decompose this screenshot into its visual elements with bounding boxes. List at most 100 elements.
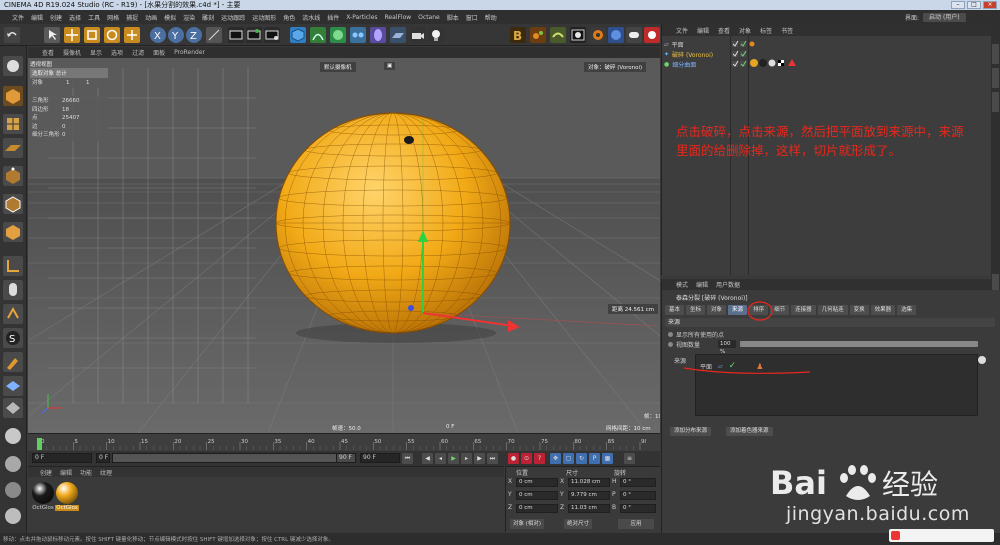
rotation-field[interactable]: 0 ° xyxy=(620,491,656,500)
go-end-icon[interactable]: ⏭ xyxy=(487,453,498,464)
camera-icon[interactable]: ▣ xyxy=(384,62,396,70)
material-menu-item[interactable]: 功能 xyxy=(80,468,92,477)
auto-key-icon[interactable]: ⊙ xyxy=(521,453,532,464)
layout-selector[interactable]: 界面: 启动 (用户) xyxy=(905,10,966,24)
solo-icon[interactable]: S xyxy=(3,328,23,348)
menu-item[interactable]: 创建 xyxy=(50,13,62,22)
render-view-icon[interactable] xyxy=(228,27,244,43)
prev-key-icon[interactable]: ◀ xyxy=(422,453,433,464)
viewport[interactable]: 透视视图 选取对象 总计 对象 1 1 三角形 26660 四边形 18 点 25407 边 0 细… xyxy=(28,58,660,433)
pen-spline-icon[interactable] xyxy=(310,27,326,43)
menu-item[interactable]: 帮助 xyxy=(485,13,497,22)
range-slider[interactable] xyxy=(112,453,352,463)
menu-item[interactable]: 脚本 xyxy=(447,13,459,22)
workplane-icon[interactable] xyxy=(3,138,23,158)
menu-item[interactable]: 角色 xyxy=(283,13,295,22)
viewport-menu-item[interactable]: ProRender xyxy=(174,49,205,56)
grid-snap-icon[interactable] xyxy=(3,398,23,418)
attribute-tab[interactable]: 变换 xyxy=(849,305,869,315)
view-density-radio[interactable] xyxy=(668,342,673,347)
orange-sphere[interactable] xyxy=(275,112,511,334)
sphere-shading-4-icon[interactable] xyxy=(3,506,23,526)
sphere-shading-2-icon[interactable] xyxy=(3,454,23,474)
points-mode-icon[interactable] xyxy=(3,166,23,186)
position-field[interactable]: 0 cm xyxy=(516,478,558,487)
layer-icon[interactable] xyxy=(3,376,23,396)
menu-item[interactable]: 捕捉 xyxy=(126,13,138,22)
render-settings-icon[interactable] xyxy=(264,27,280,43)
undo-icon[interactable] xyxy=(4,27,20,43)
timeline-playhead[interactable] xyxy=(37,438,42,450)
attribute-menu-item[interactable]: 用户数据 xyxy=(716,280,740,289)
ime-icon[interactable] xyxy=(891,531,900,540)
object-tags[interactable] xyxy=(750,58,806,68)
record-key-icon[interactable]: ● xyxy=(508,453,519,464)
minimize-icon[interactable]: – xyxy=(951,1,965,9)
object-manager-menu-item[interactable]: 文件 xyxy=(676,26,688,35)
side-tab-content[interactable] xyxy=(992,68,999,88)
start-frame-field[interactable]: 0 F xyxy=(96,453,110,463)
rotation-field[interactable]: 0 ° xyxy=(620,478,656,487)
polygons-mode-icon[interactable] xyxy=(3,222,23,242)
menu-item[interactable]: X-Particles xyxy=(346,14,377,21)
maximize-icon[interactable]: □ xyxy=(967,1,981,9)
attribute-tab[interactable]: 坐标 xyxy=(686,305,706,315)
material-label-1[interactable]: OctGlos xyxy=(31,505,55,511)
menu-item[interactable]: 插件 xyxy=(327,13,339,22)
side-tab-objects[interactable] xyxy=(992,44,999,64)
close-icon[interactable]: × xyxy=(983,1,997,9)
live-select-icon[interactable] xyxy=(44,27,60,43)
edges-mode-icon[interactable] xyxy=(3,194,23,214)
material-menu-item[interactable]: 创建 xyxy=(40,468,52,477)
viewport-scene[interactable] xyxy=(28,58,660,433)
object-manager-menu-item[interactable]: 书签 xyxy=(781,26,793,35)
make-editable-icon[interactable] xyxy=(3,56,23,76)
play-icon[interactable]: ▶ xyxy=(448,453,459,464)
add-point-source-button[interactable]: 添加分布来源 xyxy=(670,427,712,436)
go-start-icon[interactable]: ⏮ xyxy=(402,453,413,464)
end-frame-field[interactable]: 90 F xyxy=(336,453,356,463)
attribute-tab[interactable]: 来源 xyxy=(728,305,748,315)
menu-item[interactable]: 窗口 xyxy=(466,13,478,22)
x-axis-icon[interactable]: X xyxy=(150,27,166,43)
key-scale-icon[interactable]: ▢ xyxy=(563,453,574,464)
rotate-icon[interactable] xyxy=(104,27,120,43)
menu-item[interactable]: 文件 xyxy=(12,13,24,22)
menu-item[interactable]: 模拟 xyxy=(164,13,176,22)
size-field[interactable]: 11.028 cm xyxy=(568,478,610,487)
deformer-icon[interactable] xyxy=(370,27,386,43)
realflow-icon[interactable] xyxy=(550,27,566,43)
keyframe-selection-icon[interactable]: ? xyxy=(534,453,545,464)
object-manager-menu-item[interactable]: 对象 xyxy=(739,26,751,35)
prev-frame-icon[interactable]: ◂ xyxy=(435,453,446,464)
menu-item[interactable]: Octane xyxy=(418,14,440,21)
octane-live-viewer-icon[interactable] xyxy=(570,27,586,43)
attribute-tab[interactable]: 连接器 xyxy=(791,305,816,315)
attribute-tab[interactable]: 选集 xyxy=(897,305,917,315)
size-mode-dropdown[interactable]: 绝对尺寸 xyxy=(564,519,593,529)
scale-icon[interactable] xyxy=(84,27,100,43)
menu-item[interactable]: 运动图形 xyxy=(252,13,276,22)
z-axis-icon[interactable]: Z xyxy=(186,27,202,43)
next-frame-icon[interactable]: ▸ xyxy=(461,453,472,464)
menu-item[interactable]: 网格 xyxy=(107,13,119,22)
add-shader-source-button[interactable]: 添加着色器来源 xyxy=(726,427,773,436)
timeline-ruler[interactable]: 051015202530354045505560657075808590 xyxy=(36,436,646,450)
render-picture-viewer-icon[interactable] xyxy=(246,27,262,43)
attribute-tab[interactable]: 对象 xyxy=(707,305,727,315)
octane-material-icon[interactable] xyxy=(608,27,624,43)
size-field[interactable]: 9.779 cm xyxy=(568,491,610,500)
layout-dropdown[interactable]: 启动 (用户) xyxy=(923,12,966,22)
menu-item[interactable]: 动画 xyxy=(145,13,157,22)
subdivision-surface-icon[interactable] xyxy=(330,27,346,43)
array-icon[interactable] xyxy=(350,27,366,43)
end-frame-field-2[interactable]: 90 F xyxy=(360,453,400,463)
material-label-2[interactable]: OctGlos xyxy=(55,505,79,511)
key-position-icon[interactable]: ✥ xyxy=(550,453,561,464)
menu-item[interactable]: 选择 xyxy=(69,13,81,22)
light-icon[interactable] xyxy=(428,27,444,43)
viewport-menu-item[interactable]: 查看 xyxy=(42,48,54,57)
viewport-menu-item[interactable]: 摄像机 xyxy=(63,48,81,57)
key-pla-icon[interactable]: ▦ xyxy=(602,453,613,464)
timeline-menu-icon[interactable]: ≡ xyxy=(624,453,635,464)
